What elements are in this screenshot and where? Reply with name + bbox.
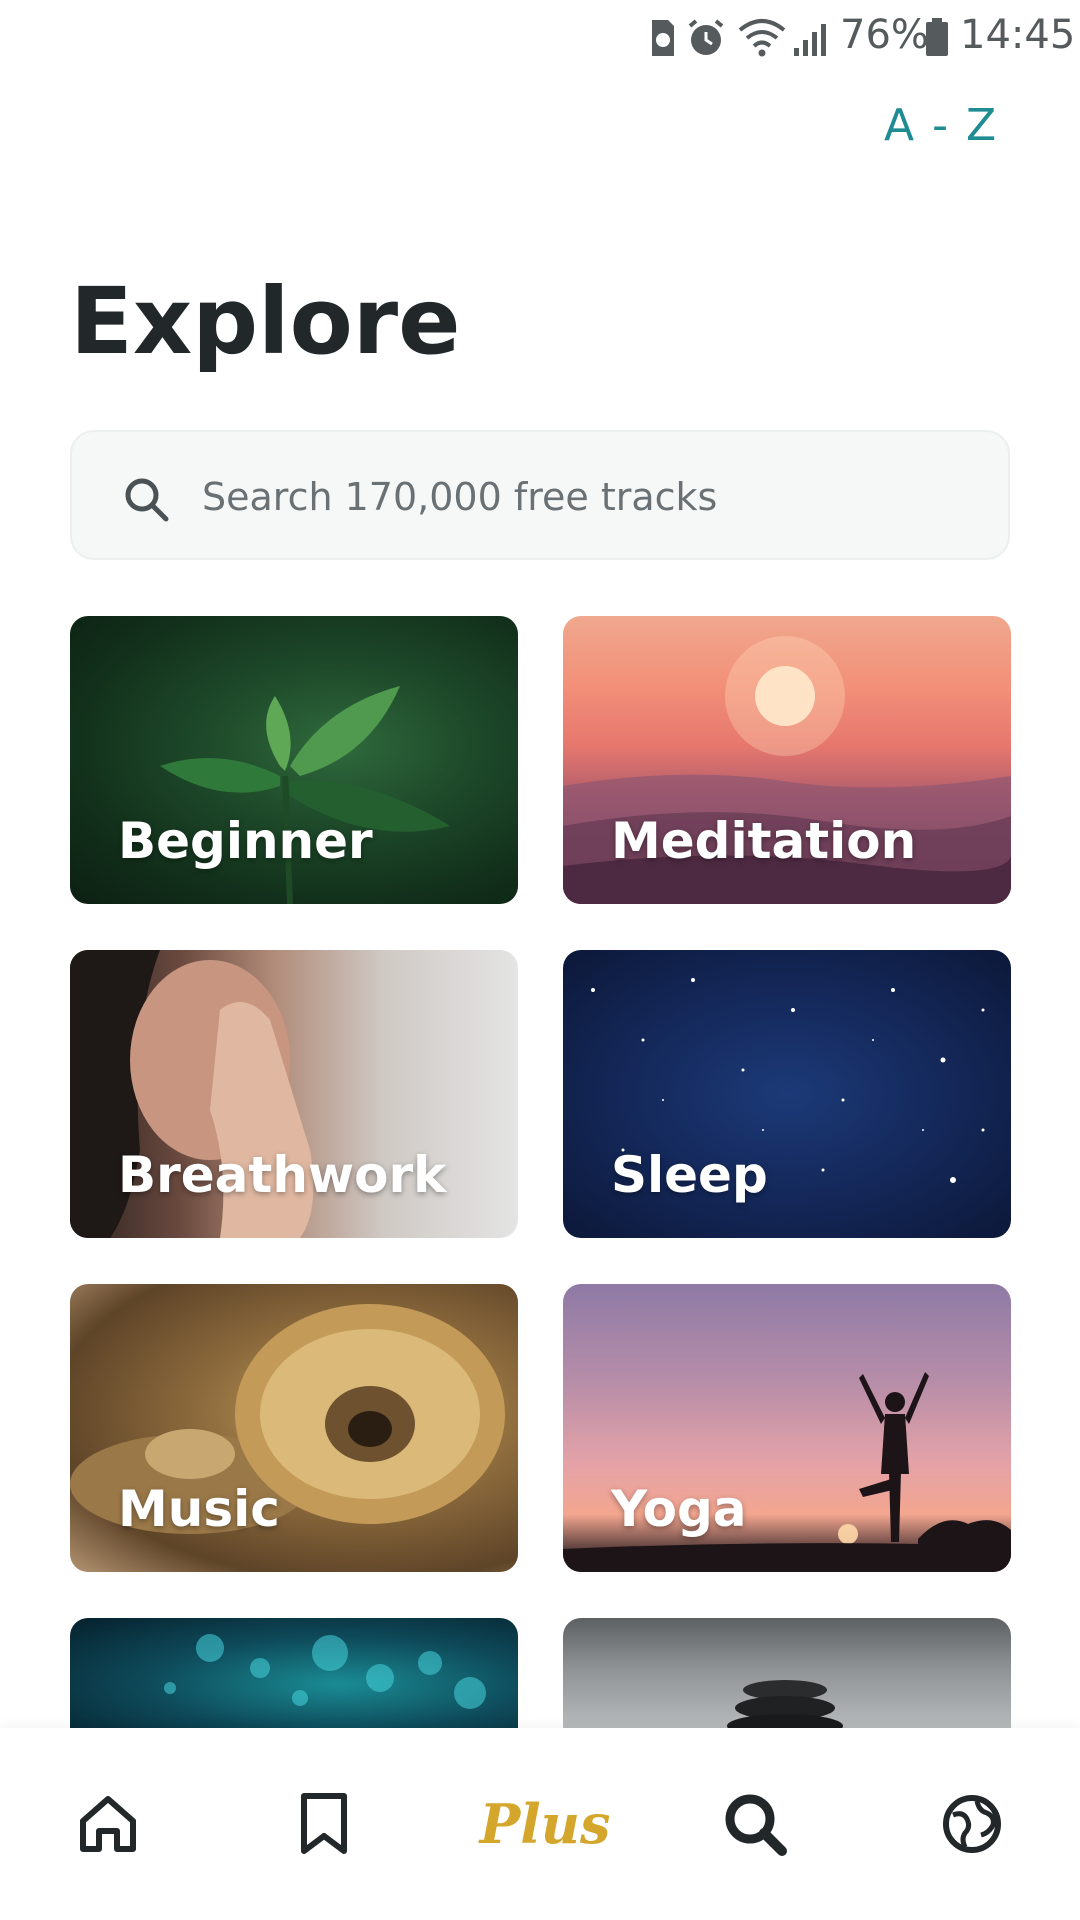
- category-label: Meditation: [611, 812, 917, 870]
- category-tile-yoga[interactable]: Yoga: [563, 1284, 1011, 1572]
- search-input[interactable]: [202, 462, 962, 532]
- bookmark-icon: [301, 1793, 347, 1854]
- bokeh-image: [164, 1634, 486, 1709]
- category-tile-partial[interactable]: [70, 1618, 518, 1728]
- category-tile-sleep[interactable]: Sleep: [563, 950, 1011, 1238]
- stones-image: [727, 1680, 843, 1728]
- category-tile-beginner[interactable]: Beginner: [70, 616, 518, 904]
- search-icon: [125, 478, 169, 522]
- bottom-nav: Plus: [0, 1728, 1080, 1920]
- category-label: Beginner: [118, 812, 373, 870]
- globe-icon: [943, 1795, 1001, 1853]
- battery-icon: [926, 18, 948, 56]
- search-icon: [725, 1794, 787, 1856]
- sim-icon: [652, 20, 674, 56]
- category-label: Breathwork: [118, 1146, 447, 1204]
- home-icon: [80, 1796, 136, 1852]
- clock: 14:45: [960, 12, 1076, 58]
- nav-globe[interactable]: [922, 1774, 1022, 1874]
- search-bar[interactable]: [70, 430, 1010, 560]
- nav-home[interactable]: [58, 1774, 158, 1874]
- category-label: Sleep: [611, 1146, 768, 1204]
- battery-percent: 76%: [840, 12, 929, 58]
- category-label: Yoga: [611, 1480, 747, 1538]
- category-label: Music: [118, 1480, 280, 1538]
- alarm-icon: [688, 19, 724, 55]
- category-tile-partial[interactable]: [563, 1618, 1011, 1728]
- nav-plus[interactable]: Plus: [480, 1774, 611, 1874]
- category-tile-meditation[interactable]: Meditation: [563, 616, 1011, 904]
- wifi-icon: [738, 19, 786, 57]
- nav-bookmarks[interactable]: [274, 1774, 374, 1874]
- page-title: Explore: [70, 268, 461, 375]
- status-bar: 76% 14:45: [0, 0, 1080, 78]
- signal-icon: [794, 24, 826, 56]
- category-tile-breathwork[interactable]: Breathwork: [70, 950, 518, 1238]
- az-link[interactable]: A - Z: [884, 100, 1000, 160]
- category-tile-music[interactable]: Music: [70, 1284, 518, 1572]
- nav-search[interactable]: [705, 1774, 805, 1874]
